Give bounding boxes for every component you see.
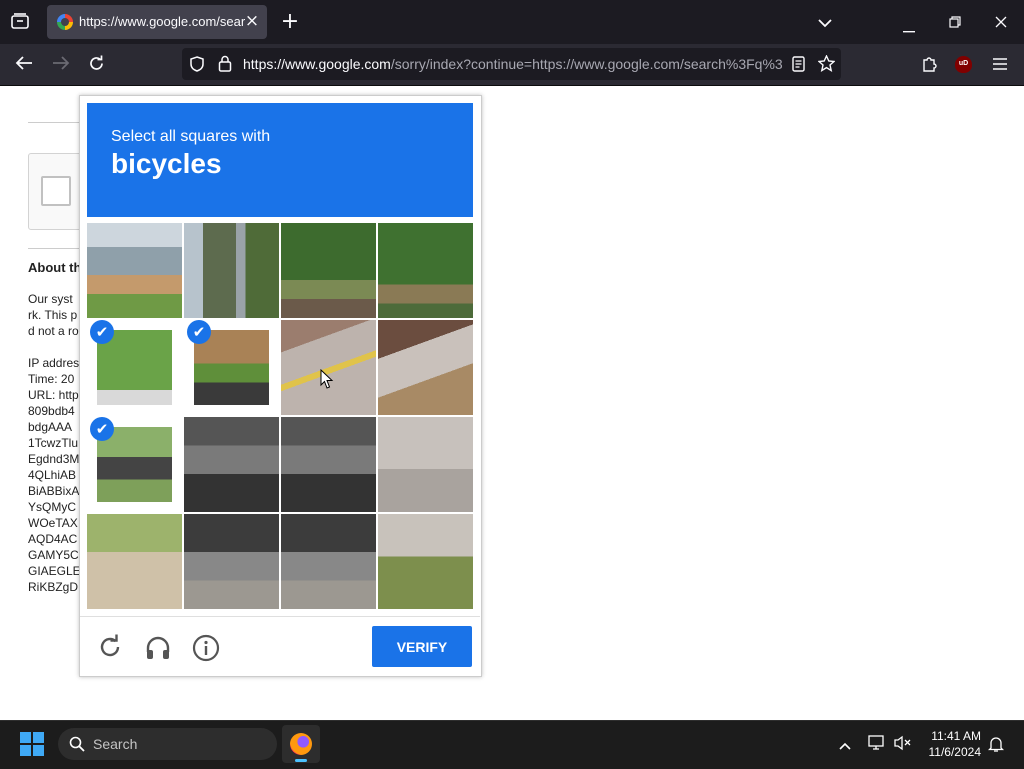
address-bar[interactable]: https://www.google.com/sorry/index?conti… [182,48,841,80]
captcha-tile-4[interactable] [378,223,473,318]
reload-icon[interactable] [97,634,123,660]
show-hidden-icons-chevron-icon[interactable] [837,738,853,754]
app-menu-icon[interactable] [991,57,1009,73]
paragraph-line: d not a ro [28,324,79,338]
tracking-protection-shield-icon[interactable] [189,56,205,75]
tile-image [281,320,376,415]
active-app-indicator [295,759,307,762]
search-icon [69,736,85,752]
about-paragraph: Our syst rk. This p d not a ro [28,291,79,339]
reload-page-icon[interactable] [86,55,106,75]
tab-list-icon[interactable] [10,13,30,31]
challenge-instruction: Select all squares with [111,128,271,145]
tile-image [378,320,473,415]
footer-divider [80,616,480,617]
request-details: IP addres Time: 20 URL: http 809bdb4 bdgAAA 1… [28,355,81,595]
captcha-tile-13[interactable] [87,514,182,609]
captcha-tile-16[interactable] [378,514,473,609]
im-not-a-robot-checkbox[interactable] [41,176,71,206]
taskbar-search-box[interactable]: Search [58,728,277,760]
tile-image [87,223,182,318]
back-button-icon[interactable] [14,55,34,74]
notifications-bell-icon[interactable] [987,735,1005,756]
ublock-badge-text: uD [958,60,969,67]
request-detail-line: BiABBixA [28,484,80,498]
captcha-tile-8[interactable] [378,320,473,415]
new-tab-button[interactable]: + [279,11,301,33]
tile-image [281,514,376,609]
mouse-cursor [320,368,334,390]
verify-button[interactable]: VERIFY [372,626,472,667]
paragraph-line: Our syst [28,292,73,306]
search-label: Search [93,736,138,752]
tile-image [87,514,182,609]
request-detail-line: GIAEGLE [28,564,81,578]
captcha-tile-2[interactable] [184,223,279,318]
windows-start-icon[interactable] [20,732,44,756]
padlock-icon[interactable] [217,55,233,75]
tile-image [281,417,376,512]
firefox-icon [290,733,312,755]
bookmark-star-icon[interactable] [816,54,836,75]
google-favicon-icon [57,14,73,30]
selected-check-icon: ✔ [90,417,114,441]
selected-check-icon: ✔ [90,320,114,344]
paragraph-line: rk. This p [28,308,78,322]
captcha-tile-10[interactable] [184,417,279,512]
challenge-header: Select all squares with bicycles [87,103,473,217]
request-detail-line: URL: http [28,388,79,402]
url-text[interactable]: https://www.google.com/sorry/index?conti… [243,56,783,72]
tile-image [281,223,376,318]
captcha-tile-11[interactable] [281,417,376,512]
tile-image [184,223,279,318]
captcha-tile-15[interactable] [281,514,376,609]
selected-check-icon: ✔ [187,320,211,344]
request-detail-line: RiKBZgD [28,580,79,594]
restore-window-icon[interactable] [946,15,964,31]
tile-image [184,417,279,512]
captcha-tile-12[interactable] [378,417,473,512]
network-icon[interactable] [867,735,887,754]
ublock-origin-icon[interactable]: uD [955,56,972,73]
request-detail-line: 809bdb4 [28,404,75,418]
request-detail-line: IP addres [28,356,80,370]
firefox-taskbar-button[interactable] [282,725,320,763]
tile-image [378,223,473,318]
active-tab[interactable]: https://www.google.com/search × [47,5,267,39]
tile-image [378,417,473,512]
tab-title: https://www.google.com/search [79,14,245,29]
captcha-tile-14[interactable] [184,514,279,609]
url-path: /sorry/index?continue=https://www.google… [390,56,783,72]
list-all-tabs-icon[interactable] [816,15,834,31]
captcha-tile-3[interactable] [281,223,376,318]
request-detail-line: Egdnd3M [28,452,80,466]
challenge-target: bicycles [111,148,222,179]
headphones-icon[interactable] [144,634,172,662]
request-detail-line: bdgAAA [28,420,73,434]
request-detail-line: WOeTAX [28,516,78,530]
forward-button-icon[interactable] [51,55,71,74]
volume-muted-icon[interactable] [893,735,913,754]
url-host: https://www.google.com [243,56,391,72]
close-window-icon[interactable] [992,15,1010,31]
tile-image [184,514,279,609]
tile-image [378,514,473,609]
request-detail-line: AQD4AC [28,532,78,546]
captcha-tile-1[interactable] [87,223,182,318]
clock-date[interactable]: 11/6/2024 [915,745,982,759]
tab-close-icon[interactable]: × [244,13,260,30]
request-detail-line: Time: 20 [28,372,75,386]
request-detail-line: GAMY5C [28,548,79,562]
clock-time[interactable]: 11:41 AM [920,729,981,743]
about-heading: About th [28,260,82,275]
minimize-window-icon[interactable] [900,20,918,36]
info-icon[interactable] [192,634,220,662]
request-detail-line: YsQMyC [28,500,76,514]
extensions-puzzle-icon[interactable] [919,55,939,75]
request-detail-line: 4QLhiAB [28,468,77,482]
reader-view-icon[interactable] [790,56,806,75]
captcha-tile-7[interactable] [281,320,376,415]
image-grid [87,223,473,609]
request-detail-line: 1TcwzTlu [28,436,79,450]
